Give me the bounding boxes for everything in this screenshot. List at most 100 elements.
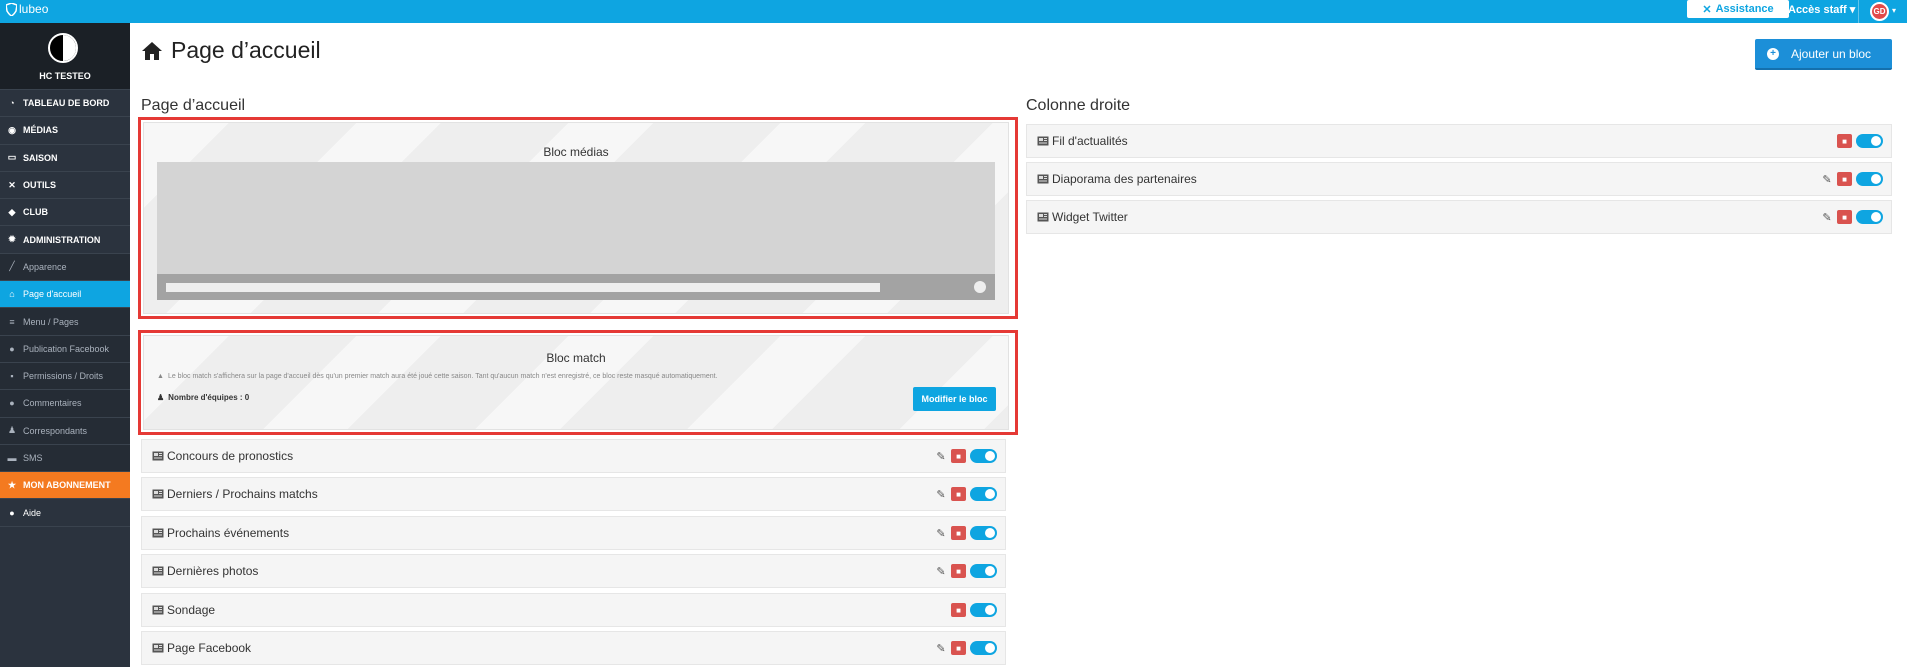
visibility-toggle[interactable]	[970, 641, 997, 655]
sidebar-item-label: SAISON	[23, 152, 58, 163]
brush-icon: ╱	[9, 261, 15, 272]
camera-icon: ◉	[8, 124, 16, 135]
newspaper-icon	[152, 489, 164, 499]
trash-icon[interactable]: ■	[951, 603, 966, 617]
user-icon: ♟	[7, 425, 17, 436]
sidebar-item-permissions[interactable]: ▪ Permissions / Droits	[0, 362, 130, 391]
bloc-row[interactable]: Diaporama des partenaires ✎ ■	[1026, 162, 1892, 196]
visibility-toggle[interactable]	[970, 526, 997, 540]
sidebar-item-medias[interactable]: ◉ MÉDIAS	[0, 117, 130, 145]
menu-icon: ≡	[9, 316, 15, 327]
sidebar-item-page-accueil[interactable]: ⌂ Page d'accueil	[0, 281, 130, 309]
trash-icon[interactable]: ■	[951, 487, 966, 501]
sidebar-item-mon-abonnement[interactable]: ★ MON ABONNEMENT	[0, 472, 130, 500]
bloc-row[interactable]: Derniers / Prochains matchs ✎ ■	[141, 477, 1006, 511]
newspaper-icon	[152, 605, 164, 615]
warning-icon: ▲	[157, 373, 164, 380]
club-logo[interactable]	[48, 33, 78, 63]
row-actions: ✎ ■	[935, 478, 997, 510]
row-actions: ■	[1837, 125, 1883, 157]
sidebar-item-label: Publication Facebook	[23, 343, 110, 354]
page-title: Page d’accueil	[141, 37, 321, 64]
staff-access-menu[interactable]: Accès staff ▾	[1788, 3, 1855, 16]
chevron-down-icon[interactable]: ▾	[1892, 6, 1896, 15]
bloc-row[interactable]: Prochains événements ✎ ■	[141, 516, 1006, 550]
calendar-icon: ▭	[7, 152, 17, 163]
media-bloc[interactable]: Bloc médias	[143, 122, 1009, 314]
sidebar-item-outils[interactable]: ✕ OUTILS	[0, 172, 130, 200]
gear-icon: ✹	[8, 234, 16, 245]
sidebar-item-aide[interactable]: ● Aide	[0, 499, 130, 527]
sidebar-item-menu-pages[interactable]: ≡ Menu / Pages	[0, 308, 130, 336]
user-avatar[interactable]: GD	[1870, 2, 1889, 21]
sidebar: HC TESTEO ◔ TABLEAU DE BORD ◉ MÉDIAS ▭ SAIS…	[0, 23, 130, 667]
trash-icon[interactable]: ■	[1837, 134, 1852, 148]
bloc-row[interactable]: Concours de pronostics ✎ ■	[141, 439, 1006, 473]
sidebar-item-sms[interactable]: ▬ SMS	[0, 444, 130, 473]
pencil-icon[interactable]: ✎	[935, 565, 947, 578]
toggle-knob	[985, 451, 995, 461]
trash-icon[interactable]: ■	[951, 641, 966, 655]
media-progress	[166, 283, 880, 292]
row-actions: ✎ ■	[935, 632, 997, 664]
media-preview	[157, 162, 995, 274]
sidebar-item-publication-facebook[interactable]: ● Publication Facebook	[0, 335, 130, 363]
visibility-toggle[interactable]	[1856, 172, 1883, 186]
newspaper-icon	[1037, 136, 1049, 146]
toggle-knob	[1871, 174, 1881, 184]
sidebar-item-label: Apparence	[23, 261, 67, 272]
visibility-toggle[interactable]	[1856, 134, 1883, 148]
row-actions: ✎ ■	[935, 440, 997, 472]
bloc-row-label: Concours de pronostics	[167, 449, 294, 463]
visibility-toggle[interactable]	[970, 564, 997, 578]
bloc-row[interactable]: Dernières photos ✎ ■	[141, 554, 1006, 588]
pencil-icon[interactable]: ✎	[935, 527, 947, 540]
teams-count: ♟ Nombre d'équipes : 0	[157, 393, 249, 402]
comment-icon: ●	[9, 398, 15, 409]
trash-icon[interactable]: ■	[951, 564, 966, 578]
pencil-icon[interactable]: ✎	[1821, 211, 1833, 224]
bloc-row[interactable]: Fil d'actualités ■	[1026, 124, 1892, 158]
add-bloc-label: Ajouter un bloc	[1791, 46, 1872, 61]
sidebar-item-label: CLUB	[23, 207, 48, 218]
trash-icon[interactable]: ■	[951, 449, 966, 463]
trash-icon[interactable]: ■	[1837, 210, 1852, 224]
sidebar-item-commentaires[interactable]: ● Commentaires	[0, 390, 130, 418]
brand-name: lubeo	[19, 2, 49, 16]
add-bloc-button[interactable]: + Ajouter un bloc	[1755, 39, 1892, 70]
brand-logo[interactable]: lubeo	[6, 2, 48, 16]
sidebar-item-dashboard[interactable]: ◔ TABLEAU DE BORD	[0, 90, 130, 118]
row-actions: ✎ ■	[1821, 201, 1883, 233]
sidebar-item-correspondants[interactable]: ♟ Correspondants	[0, 417, 130, 445]
modify-bloc-button[interactable]: Modifier le bloc	[913, 387, 996, 411]
sidebar-item-administration[interactable]: ✹ ADMINISTRATION	[0, 226, 130, 254]
pencil-icon[interactable]: ✎	[935, 488, 947, 501]
visibility-toggle[interactable]	[1856, 210, 1883, 224]
trash-icon[interactable]: ■	[951, 526, 966, 540]
newspaper-icon	[152, 451, 164, 461]
sidebar-item-label: Permissions / Droits	[23, 371, 104, 382]
newspaper-icon	[152, 528, 164, 538]
sidebar-item-saison[interactable]: ▭ SAISON	[0, 145, 130, 172]
visibility-toggle[interactable]	[970, 449, 997, 463]
bloc-row[interactable]: Sondage ■	[141, 593, 1006, 627]
trash-icon[interactable]: ■	[1837, 172, 1852, 186]
visibility-toggle[interactable]	[970, 603, 997, 617]
pencil-icon[interactable]: ✎	[1821, 173, 1833, 186]
pencil-icon[interactable]: ✎	[935, 642, 947, 655]
sidebar-item-label: Correspondants	[23, 425, 88, 436]
staff-access-label: Accès staff	[1788, 4, 1847, 16]
assistance-label: Assistance	[1715, 3, 1774, 15]
sidebar-item-apparence[interactable]: ╱ Apparence	[0, 253, 130, 282]
toggle-knob	[985, 643, 995, 653]
sidebar-item-club[interactable]: ◆ CLUB	[0, 199, 130, 227]
assistance-button[interactable]: ✕ Assistance	[1687, 0, 1789, 18]
sidebar-item-label: ADMINISTRATION	[23, 234, 101, 245]
pencil-icon[interactable]: ✎	[935, 450, 947, 463]
row-actions: ✎ ■	[935, 555, 997, 587]
visibility-toggle[interactable]	[970, 487, 997, 501]
plus-icon: +	[1767, 47, 1779, 60]
sidebar-item-label: MÉDIAS	[23, 125, 59, 136]
bloc-row[interactable]: Page Facebook ✎ ■	[141, 631, 1006, 665]
bloc-row[interactable]: Widget Twitter ✎ ■	[1026, 200, 1892, 234]
